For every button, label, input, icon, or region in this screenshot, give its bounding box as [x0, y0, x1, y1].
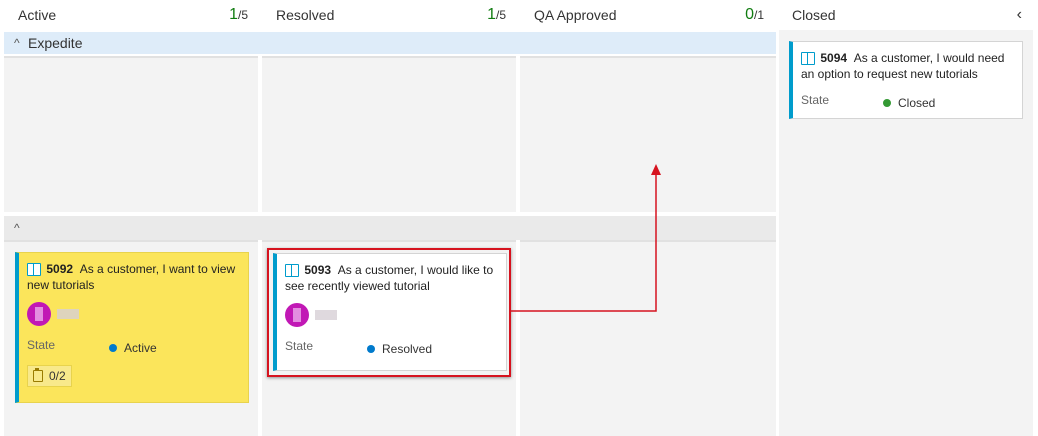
drag-arrow-icon	[511, 164, 661, 312]
